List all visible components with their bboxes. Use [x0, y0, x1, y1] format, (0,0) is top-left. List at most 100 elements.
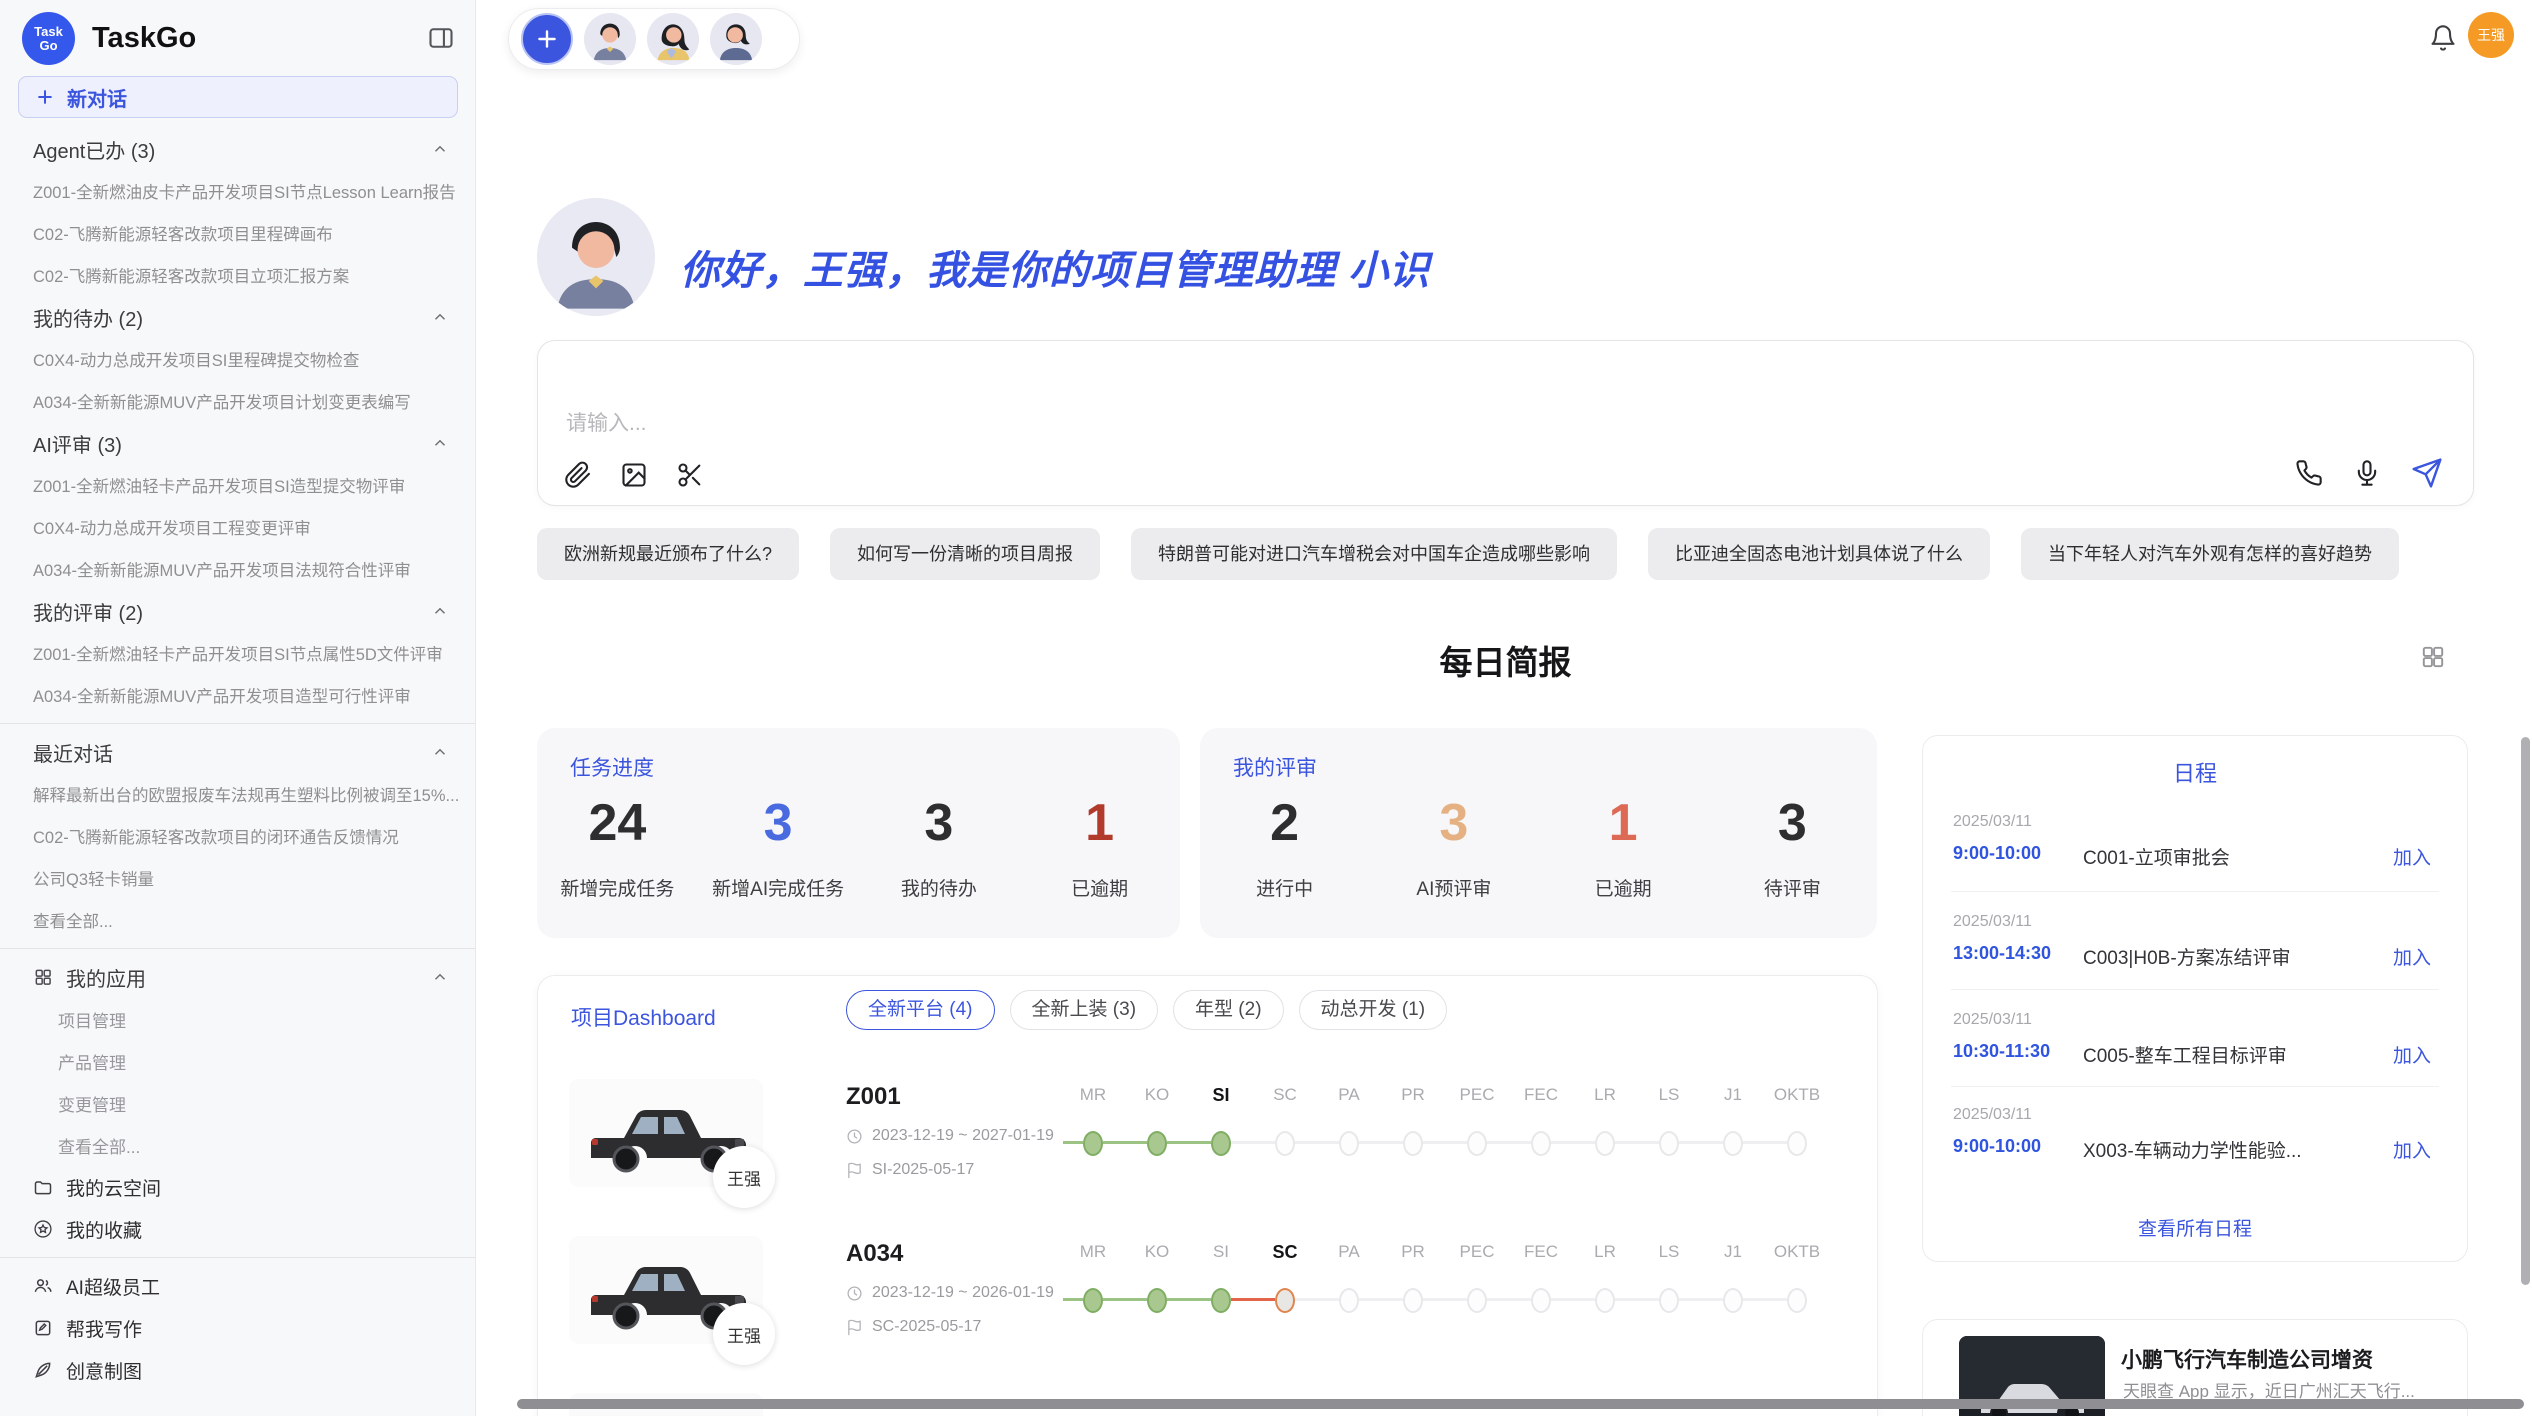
project-dashboard-card: 项目Dashboard 全新平台 (4) 全新上装 (3) 年型 (2) 动总开…	[537, 975, 1878, 1416]
app-link-project-mgmt[interactable]: 项目管理	[0, 998, 475, 1040]
tab-powertrain[interactable]: 动总开发 (1)	[1299, 990, 1448, 1030]
app-link-change-mgmt[interactable]: 变更管理	[0, 1082, 475, 1124]
send-icon[interactable]	[2411, 457, 2443, 489]
section-header-my-todo[interactable]: 我的待办 (2)	[0, 296, 475, 338]
join-link[interactable]: 加入	[2393, 943, 2431, 970]
notification-bell-icon[interactable]	[2429, 24, 2457, 52]
sidebar-item-favorites[interactable]: 我的收藏	[0, 1208, 475, 1250]
view-all-apps-link[interactable]: 查看全部...	[0, 1124, 475, 1166]
daily-briefing-title: 每日简报	[537, 636, 2474, 684]
suggestion-chips: 欧洲新规最近颁布了什么? 如何写一份清晰的项目周报 特朗普可能对进口汽车增税会对…	[537, 528, 2399, 580]
app-logo: Task Go	[22, 12, 75, 65]
milestone: MR	[1061, 1218, 1125, 1348]
milestone: KO	[1125, 1061, 1189, 1191]
clock-icon	[846, 1285, 863, 1302]
suggestion-chip[interactable]: 特朗普可能对进口汽车增税会对中国车企造成哪些影响	[1131, 528, 1617, 580]
avatar[interactable]	[584, 13, 636, 65]
suggestion-chip[interactable]: 当下年轻人对汽车外观有怎样的喜好趋势	[2021, 528, 2399, 580]
quick-access-bar	[508, 8, 800, 70]
milestone: LS	[1637, 1061, 1701, 1191]
recent-chat-item[interactable]: 解释最新出台的欧盟报废车法规再生塑料比例被调至15%...	[0, 773, 475, 815]
horizontal-scrollbar[interactable]	[517, 1399, 2524, 1409]
layout-grid-icon[interactable]	[2420, 644, 2446, 670]
sidebar-item-creative-draw[interactable]: 创意制图	[0, 1349, 475, 1391]
phone-icon[interactable]	[2295, 459, 2323, 487]
recent-chat-item[interactable]: C02-飞腾新能源轻客改款项目的闭环通告反馈情况	[0, 815, 475, 857]
suggestion-chip[interactable]: 比亚迪全固态电池计划具体说了什么	[1648, 528, 1990, 580]
section-header-my-review[interactable]: 我的评审 (2)	[0, 590, 475, 632]
quill-icon	[33, 1360, 53, 1380]
milestone-current: SI	[1189, 1061, 1253, 1191]
dashboard-title: 项目Dashboard	[571, 1002, 716, 1032]
project-row[interactable]: 王强 A034 2023-12-19 ~ 2026-01-19 SC-2025-…	[538, 1218, 1877, 1375]
new-chat-label: 新对话	[67, 83, 127, 112]
tab-new-body[interactable]: 全新上装 (3)	[1010, 990, 1159, 1030]
attach-icon[interactable]	[564, 461, 592, 489]
chevron-up-icon[interactable]	[431, 308, 449, 326]
sidebar-task-item[interactable]: C0X4-动力总成开发项目工程变更评审	[0, 506, 475, 548]
join-link[interactable]: 加入	[2393, 1136, 2431, 1163]
section-header-agent-done[interactable]: Agent已办 (3)	[0, 128, 475, 170]
sidebar-task-item[interactable]: C02-飞腾新能源轻客改款项目里程碑画布	[0, 212, 475, 254]
milestone-current-overdue: SC	[1253, 1218, 1317, 1348]
app-root: Task Go TaskGo 新对话 Agent已办 (3) Z001-全新燃油…	[0, 0, 2532, 1416]
suggestion-chip[interactable]: 如何写一份清晰的项目周报	[830, 528, 1100, 580]
sidebar-task-item[interactable]: A034-全新新能源MUV产品开发项目造型可行性评审	[0, 674, 475, 716]
milestone-track: MR KO SI SC PA PR PEC FEC LR LS J1 OKTB	[1061, 1218, 1829, 1348]
tab-model-year[interactable]: 年型 (2)	[1173, 990, 1284, 1030]
user-avatar[interactable]: 王强	[2468, 12, 2514, 58]
stat: 3我的待办	[859, 794, 1020, 901]
add-conversation-button[interactable]	[521, 13, 573, 65]
sidebar-task-item[interactable]: Z001-全新燃油轻卡产品开发项目SI造型提交物评审	[0, 464, 475, 506]
section-header-my-apps[interactable]: 我的应用	[0, 956, 475, 998]
sidebar-task-item[interactable]: C02-飞腾新能源轻客改款项目立项汇报方案	[0, 254, 475, 296]
app-link-product-mgmt[interactable]: 产品管理	[0, 1040, 475, 1082]
milestone: PR	[1381, 1218, 1445, 1348]
schedule-name: C001-立项审批会	[2083, 843, 2230, 870]
section-header-ai-review[interactable]: AI评审 (3)	[0, 422, 475, 464]
scissors-icon[interactable]	[676, 461, 704, 489]
schedule-name: X003-车辆动力学性能验...	[2083, 1136, 2302, 1163]
join-link[interactable]: 加入	[2393, 843, 2431, 870]
dashboard-tabs: 全新平台 (4) 全新上装 (3) 年型 (2) 动总开发 (1)	[846, 990, 1447, 1030]
message-composer[interactable]: 请输入...	[537, 340, 2474, 506]
milestone: J1	[1701, 1218, 1765, 1348]
chevron-up-icon[interactable]	[431, 602, 449, 620]
milestone: MR	[1061, 1061, 1125, 1191]
chevron-up-icon[interactable]	[431, 140, 449, 158]
schedule-date: 2025/03/11	[1953, 1106, 2032, 1124]
milestone: PR	[1381, 1061, 1445, 1191]
sidebar-item-cloud-space[interactable]: 我的云空间	[0, 1166, 475, 1208]
chevron-up-icon[interactable]	[431, 968, 449, 986]
recent-chat-item[interactable]: 公司Q3轻卡销量	[0, 857, 475, 899]
suggestion-chip[interactable]: 欧洲新规最近颁布了什么?	[537, 528, 799, 580]
schedule-time: 13:00-14:30	[1953, 943, 2051, 964]
image-icon[interactable]	[620, 461, 648, 489]
sidebar-task-item[interactable]: A034-全新新能源MUV产品开发项目计划变更表编写	[0, 380, 475, 422]
sidebar-collapse-icon[interactable]	[427, 24, 455, 52]
tab-new-platform[interactable]: 全新平台 (4)	[846, 990, 995, 1030]
sidebar-task-item[interactable]: Z001-全新燃油皮卡产品开发项目SI节点Lesson Learn报告	[0, 170, 475, 212]
section-header-recent-chats[interactable]: 最近对话	[0, 731, 475, 773]
avatar[interactable]	[710, 13, 762, 65]
project-row[interactable]: 王强 Z001 2023-12-19 ~ 2027-01-19 SI-2025-…	[538, 1061, 1877, 1218]
stat: 3新增AI完成任务	[698, 794, 859, 901]
sidebar-task-item[interactable]: Z001-全新燃油轻卡产品开发项目SI节点属性5D文件评审	[0, 632, 475, 674]
view-all-chats-link[interactable]: 查看全部...	[0, 899, 475, 941]
mic-icon[interactable]	[2353, 459, 2381, 487]
sidebar-item-help-write[interactable]: 帮我写作	[0, 1307, 475, 1349]
new-chat-button[interactable]: 新对话	[18, 76, 458, 118]
project-next-node: SC-2025-05-17	[846, 1318, 981, 1336]
sidebar-item-ai-employee[interactable]: AI超级员工	[0, 1265, 475, 1307]
chevron-up-icon[interactable]	[431, 434, 449, 452]
project-code: A034	[846, 1240, 903, 1268]
logo-line-1: Task	[34, 25, 63, 39]
join-link[interactable]: 加入	[2393, 1041, 2431, 1068]
vertical-scrollbar[interactable]	[2521, 737, 2530, 1285]
view-all-schedules-link[interactable]: 查看所有日程	[1923, 1214, 2467, 1241]
avatar[interactable]	[647, 13, 699, 65]
schedule-date: 2025/03/11	[1953, 913, 2032, 931]
chevron-up-icon[interactable]	[431, 743, 449, 761]
sidebar-task-item[interactable]: A034-全新新能源MUV产品开发项目法规符合性评审	[0, 548, 475, 590]
sidebar-task-item[interactable]: C0X4-动力总成开发项目SI里程碑提交物检查	[0, 338, 475, 380]
